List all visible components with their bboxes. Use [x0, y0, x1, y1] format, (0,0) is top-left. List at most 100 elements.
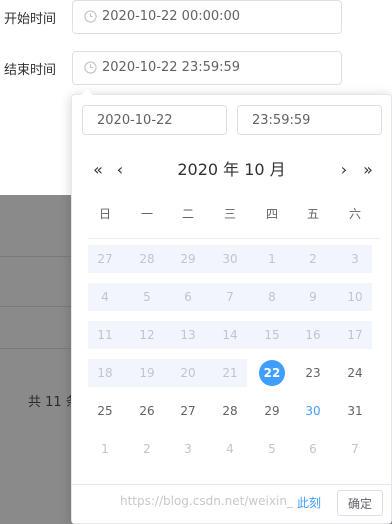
- calendar-day: 21: [213, 359, 247, 387]
- calendar-day: 3: [338, 245, 372, 273]
- calendar-day: 15: [255, 321, 289, 349]
- calendar-day-number: 21: [222, 366, 238, 380]
- calendar-day[interactable]: 4: [213, 435, 247, 463]
- calendar-day: 9: [296, 283, 330, 311]
- calendar-day: 12: [130, 321, 164, 349]
- calendar-day-number: 12: [139, 328, 155, 342]
- calendar-day-number: 6: [309, 442, 317, 456]
- calendar-day: 30: [213, 245, 247, 273]
- calendar-day-number: 7: [226, 290, 234, 304]
- calendar-day-selected[interactable]: 22: [255, 359, 289, 387]
- calendar-day-number: 30: [222, 252, 238, 266]
- start-time-value: 2020-10-22 00:00:00: [102, 9, 241, 24]
- calendar-day[interactable]: 26: [130, 397, 164, 425]
- calendar-day[interactable]: 1: [88, 435, 122, 463]
- clock-icon: [84, 61, 97, 74]
- calendar-day-number: 6: [184, 290, 192, 304]
- calendar-day-number: 26: [139, 404, 155, 418]
- calendar-day: 18: [88, 359, 122, 387]
- calendar-day: 2: [296, 245, 330, 273]
- calendar-day[interactable]: 23: [296, 359, 330, 387]
- calendar-day-number: 3: [351, 252, 359, 266]
- calendar-day-number: 15: [264, 328, 280, 342]
- start-time-input[interactable]: 2020-10-22 00:00:00: [72, 0, 342, 34]
- popover-arrow: [81, 89, 93, 95]
- calendar-day: 14: [213, 321, 247, 349]
- calendar-day: 17: [338, 321, 372, 349]
- calendar-day-number: 3: [184, 442, 192, 456]
- background-divider: [0, 306, 72, 307]
- end-time-value: 2020-10-22 23:59:59: [102, 60, 241, 75]
- calendar-day: 16: [296, 321, 330, 349]
- calendar-day-number: 28: [139, 252, 155, 266]
- calendar-day[interactable]: 6: [296, 435, 330, 463]
- start-time-label: 开始时间: [4, 12, 57, 27]
- calendar-day-number: 29: [264, 404, 280, 418]
- calendar-day-number: 27: [180, 404, 196, 418]
- calendar-day: 7: [213, 283, 247, 311]
- clock-icon: [84, 10, 97, 23]
- confirm-button[interactable]: 确定: [336, 490, 383, 516]
- calendar-day-number: 11: [97, 328, 113, 342]
- calendar-grid: 27 28 29 30 1 2 3 4 5 6 7 8 9 10 11 12 13 14 15 16 17 18 19 20 2…: [72, 95, 391, 523]
- calendar-day: 10: [338, 283, 372, 311]
- calendar-day-number: 8: [268, 290, 276, 304]
- calendar-day: 29: [171, 245, 205, 273]
- calendar-day: 20: [171, 359, 205, 387]
- background-divider: [0, 348, 72, 349]
- start-time-row: 开始时间 2020-10-22 00:00:00: [0, 0, 392, 34]
- calendar-day: 6: [171, 283, 205, 311]
- calendar-day[interactable]: 7: [338, 435, 372, 463]
- calendar-day-number: 18: [97, 366, 113, 380]
- calendar-day: 4: [88, 283, 122, 311]
- calendar-day-number: 13: [180, 328, 196, 342]
- calendar-day: 1: [255, 245, 289, 273]
- calendar-day-number: 19: [139, 366, 155, 380]
- calendar-day: 28: [130, 245, 164, 273]
- datetime-picker-panel: « ‹ 2020 年 10 月 › » 日 一 二 三 四 五 六 272829…: [71, 94, 392, 524]
- calendar-day-number: 5: [268, 442, 276, 456]
- calendar-day[interactable]: 31: [338, 397, 372, 425]
- calendar-day-number: 27: [97, 252, 113, 266]
- calendar-day-number: 4: [226, 442, 234, 456]
- calendar-day: 5: [130, 283, 164, 311]
- calendar-day[interactable]: 29: [255, 397, 289, 425]
- calendar-day-number: 30: [305, 404, 321, 418]
- calendar-day-number: 25: [97, 404, 113, 418]
- calendar-day[interactable]: 5: [255, 435, 289, 463]
- calendar-day-number: 16: [305, 328, 321, 342]
- now-button[interactable]: 此刻: [297, 494, 321, 511]
- calendar-day-number: 7: [351, 442, 359, 456]
- calendar-day-number: 24: [347, 366, 363, 380]
- calendar-day-number: 2: [143, 442, 151, 456]
- calendar-day: 27: [88, 245, 122, 273]
- calendar-day-number: 9: [309, 290, 317, 304]
- calendar-day-number: 28: [222, 404, 238, 418]
- calendar-day-number: 29: [180, 252, 196, 266]
- calendar-day-number: 2: [309, 252, 317, 266]
- calendar-day-today[interactable]: 30: [296, 397, 330, 425]
- calendar-day-number: 1: [268, 252, 276, 266]
- calendar-day[interactable]: 2: [130, 435, 164, 463]
- calendar-day[interactable]: 28: [213, 397, 247, 425]
- calendar-day-number: 31: [347, 404, 363, 418]
- end-time-row: 结束时间 2020-10-22 23:59:59: [0, 51, 392, 85]
- end-time-label: 结束时间: [4, 63, 57, 78]
- calendar-day: 13: [171, 321, 205, 349]
- calendar-day: 19: [130, 359, 164, 387]
- calendar-day-number: 17: [347, 328, 363, 342]
- calendar-day-number: 14: [222, 328, 238, 342]
- calendar-day-number: 23: [305, 366, 321, 380]
- calendar-day[interactable]: 27: [171, 397, 205, 425]
- calendar-day: 11: [88, 321, 122, 349]
- end-time-input[interactable]: 2020-10-22 23:59:59: [72, 51, 342, 85]
- calendar-day-number: 5: [143, 290, 151, 304]
- calendar-day[interactable]: 24: [338, 359, 372, 387]
- calendar-day-number: 1: [101, 442, 109, 456]
- background-divider: [0, 256, 72, 257]
- calendar-day-number: 22: [259, 360, 285, 386]
- calendar-day[interactable]: 3: [171, 435, 205, 463]
- picker-footer: 此刻 确定: [72, 484, 391, 523]
- calendar-day: 8: [255, 283, 289, 311]
- calendar-day[interactable]: 25: [88, 397, 122, 425]
